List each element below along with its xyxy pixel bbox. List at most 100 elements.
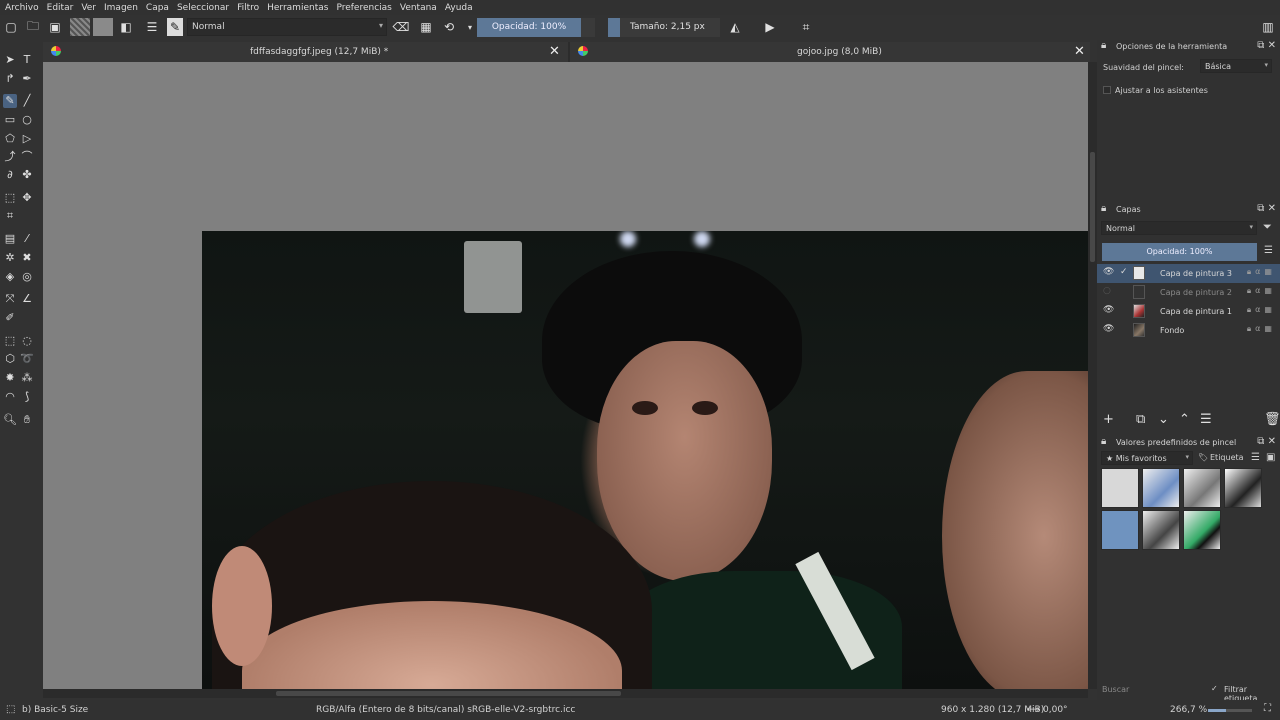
chevron-down-icon[interactable]: ▾	[462, 18, 478, 36]
horizontal-scrollbar[interactable]	[43, 689, 1088, 698]
duplicate-layer-icon[interactable]: ⧉	[1136, 412, 1145, 427]
canvas-area[interactable]	[43, 62, 1088, 689]
snap-assistants-checkbox[interactable]	[1103, 86, 1111, 94]
rotate-icon[interactable]: ⟷	[1027, 705, 1040, 715]
opacity-slider[interactable]: Opacidad: 100%	[477, 18, 595, 37]
ellipse-tool-icon[interactable]: ○	[20, 113, 34, 127]
layer-property-icons[interactable]: 🔒︎α▦	[1247, 305, 1276, 315]
zoom-tool-icon[interactable]: 🔍︎	[3, 413, 17, 427]
menu-seleccionar[interactable]: Seleccionar	[177, 3, 229, 13]
smart-patch-icon[interactable]: ✖	[20, 251, 34, 265]
menu-ventana[interactable]: Ventana	[400, 3, 437, 13]
magic-wand-icon[interactable]: ✸	[3, 371, 17, 385]
eraser-preset[interactable]	[1101, 468, 1139, 508]
freehand-path-icon[interactable]: ⌒	[20, 150, 34, 164]
delete-layer-icon[interactable]: 🗑︎	[1264, 412, 1280, 427]
menu-ayuda[interactable]: Ayuda	[445, 3, 473, 13]
rectangle-tool-icon[interactable]: ▭	[3, 113, 17, 127]
layer-item[interactable]: 👁︎ Fondo 🔒︎α▦	[1097, 321, 1280, 340]
dynamic-brush-icon[interactable]: ∂	[3, 168, 17, 182]
smoothing-select[interactable]: Básica ▾	[1200, 59, 1272, 73]
menu-archivo[interactable]: Archivo	[5, 3, 39, 13]
filter-icon[interactable]: ⏷	[1263, 220, 1272, 234]
lock-icon[interactable]: 🔒︎	[1101, 203, 1106, 214]
favorites-select[interactable]: ★ Mis favoritos ▾	[1101, 451, 1193, 465]
open-folder-icon[interactable]: 🗀	[25, 18, 41, 36]
calligraphy-icon[interactable]: ✒	[20, 72, 34, 86]
zoom-slider[interactable]	[1208, 709, 1252, 712]
pan-tool-icon[interactable]: ✋︎	[20, 413, 34, 427]
move-down-icon[interactable]: ⌄	[1158, 412, 1169, 427]
text-tool-icon[interactable]: T	[20, 53, 34, 67]
panel-float-close-icons[interactable]: ⧉ ✕	[1257, 203, 1276, 214]
tag-icon[interactable]: 🏷︎	[1198, 453, 1208, 462]
multibrush-icon[interactable]: ✤	[20, 168, 34, 182]
pattern-swatch[interactable]	[70, 18, 90, 36]
eraser-icon[interactable]: ⌫	[393, 18, 410, 36]
similar-select-icon[interactable]: ⁂	[20, 371, 34, 385]
eye-hidden-icon[interactable]: ○	[1103, 286, 1111, 296]
close-icon[interactable]: ✕	[1074, 44, 1085, 59]
brush-preset-icon[interactable]: ✎	[167, 18, 183, 36]
tab-fdffasdaggfgf[interactable]: fdffasdaggfgf.jpeg (12,7 MiB) * ✕	[43, 42, 568, 62]
measure-tool-icon[interactable]: ∠	[20, 292, 34, 306]
color-swap-icon[interactable]: ◧	[118, 18, 134, 36]
opacity-spin[interactable]	[581, 18, 595, 37]
crop-tool-icon[interactable]: ⌗	[3, 209, 17, 223]
brush-settings-icon[interactable]: ☰	[144, 18, 160, 36]
layer-item[interactable]: 👁︎ ✓ Capa de pintura 3 🔒︎α▦	[1097, 264, 1280, 283]
fill-tool-icon[interactable]: ◈	[3, 270, 17, 284]
lock-icon[interactable]: 🔒︎	[1101, 436, 1106, 447]
bezier-tool-icon[interactable]: ⤴	[3, 150, 17, 164]
panel-float-close-icons[interactable]: ⧉ ✕	[1257, 436, 1276, 447]
layer-property-icons[interactable]: 🔒︎α▦	[1247, 286, 1276, 296]
gradient-swatch[interactable]	[93, 18, 113, 36]
menu-editar[interactable]: Editar	[47, 3, 74, 13]
menu-icon[interactable]: ☰	[1264, 245, 1273, 256]
layer-properties-icon[interactable]: ☰	[1200, 412, 1212, 427]
transform-tool-icon[interactable]: ⬚	[3, 191, 17, 205]
eye-icon[interactable]: 👁︎	[1103, 324, 1114, 334]
ellipse-select-icon[interactable]: ◌	[20, 334, 34, 348]
close-icon[interactable]: ✕	[549, 44, 560, 59]
color-picker-icon[interactable]: ⁄	[20, 232, 34, 246]
scroll-thumb[interactable]	[1090, 152, 1095, 262]
panel-float-close-icons[interactable]: ⧉ ✕	[1257, 40, 1276, 51]
polygon-select-icon[interactable]: ⬡	[3, 352, 17, 366]
add-layer-icon[interactable]: +	[1103, 412, 1114, 427]
menu-filtro[interactable]: Filtro	[237, 3, 259, 13]
fullscreen-icon[interactable]: ⛶	[1264, 703, 1271, 714]
new-document-icon[interactable]: ▢	[3, 18, 19, 36]
lock-icon[interactable]: 🔒︎	[1101, 40, 1106, 51]
reference-tool-icon[interactable]: ✐	[3, 311, 17, 325]
freehand-brush-icon[interactable]: ✎	[3, 94, 17, 108]
menu-imagen[interactable]: Imagen	[104, 3, 138, 13]
bezier-select-icon[interactable]: ◠	[3, 390, 17, 404]
layer-property-icons[interactable]: 🔒︎α▦	[1247, 324, 1276, 334]
layer-property-icons[interactable]: 🔒︎α▦	[1247, 267, 1276, 277]
ink-preset[interactable]	[1224, 468, 1262, 508]
menu-herramientas[interactable]: Herramientas	[267, 3, 328, 13]
assistant-tool-icon[interactable]: ⤧	[3, 292, 17, 306]
reload-icon[interactable]: ⟲	[441, 18, 457, 36]
alpha-lock-icon[interactable]: ▦	[418, 18, 434, 36]
marker-preset[interactable]	[1183, 510, 1221, 550]
layer-item[interactable]: 👁︎ Capa de pintura 1 🔒︎α▦	[1097, 302, 1280, 321]
eye-icon[interactable]: 👁︎	[1103, 267, 1114, 277]
lasso-select-icon[interactable]: ➰	[20, 352, 34, 366]
airbrush-preset[interactable]	[1183, 468, 1221, 508]
filter-tag-checkbox[interactable]: ✓	[1211, 684, 1218, 693]
edit-shapes-icon[interactable]: ↱	[3, 72, 17, 86]
grid-view-icon[interactable]: ▣	[1266, 452, 1275, 463]
menu-preferencias[interactable]: Preferencias	[336, 3, 391, 13]
mirror-vertical-icon[interactable]: ▶	[762, 18, 778, 36]
vertical-scrollbar[interactable]	[1088, 62, 1097, 689]
basic-brush-preset[interactable]	[1101, 510, 1139, 550]
move-tool-icon[interactable]: ✥	[20, 191, 34, 205]
save-icon[interactable]: ▣	[47, 18, 63, 36]
layer-opacity-slider[interactable]: Opacidad: 100%	[1102, 243, 1257, 261]
rect-select-icon[interactable]: ⬚	[3, 334, 17, 348]
eye-icon[interactable]: 👁︎	[1103, 305, 1114, 315]
polygon-tool-icon[interactable]: ⬠	[3, 132, 17, 146]
menu-capa[interactable]: Capa	[146, 3, 169, 13]
